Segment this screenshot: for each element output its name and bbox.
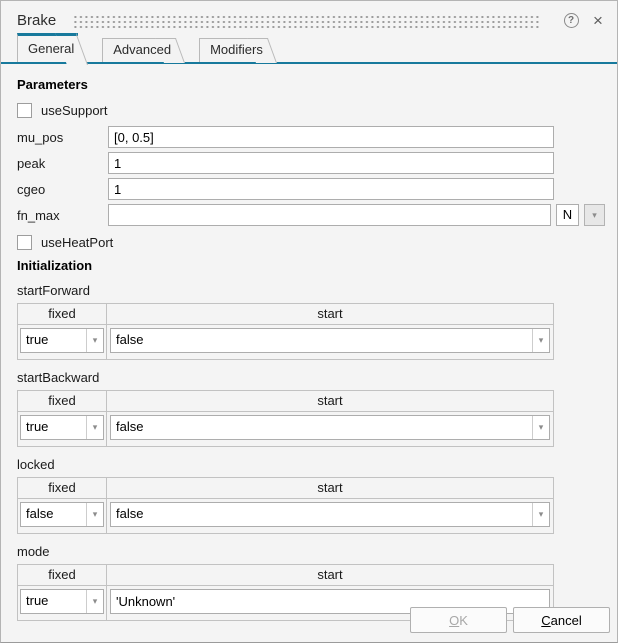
use-support-label: useSupport bbox=[41, 103, 108, 118]
start-forward-fixed-combo[interactable]: true ▾ bbox=[20, 328, 104, 353]
tab-modifiers[interactable]: Modifiers bbox=[199, 38, 267, 62]
column-header-fixed: fixed bbox=[18, 391, 107, 411]
mode-fixed-combo[interactable]: true ▾ bbox=[20, 589, 104, 614]
start-backward-fixed-combo[interactable]: true ▾ bbox=[20, 415, 104, 440]
locked-start-combo[interactable]: false ▾ bbox=[110, 502, 550, 527]
column-header-start: start bbox=[107, 478, 553, 498]
locked-fixed-combo[interactable]: false ▾ bbox=[20, 502, 104, 527]
start-backward-table: fixed start true ▾ false ▾ bbox=[17, 390, 554, 447]
chevron-down-icon: ▾ bbox=[532, 329, 549, 352]
chevron-down-icon: ▾ bbox=[532, 503, 549, 526]
fn-max-row: fn_max N ▾ bbox=[17, 204, 605, 226]
column-header-start: start bbox=[107, 565, 553, 585]
start-forward-label: startForward bbox=[17, 283, 617, 298]
titlebar: Brake ? × bbox=[1, 1, 617, 33]
column-header-fixed: fixed bbox=[18, 304, 107, 324]
ok-button[interactable]: OK bbox=[410, 607, 507, 633]
cgeo-row: cgeo bbox=[17, 178, 554, 200]
locked-table: fixed start false ▾ false ▾ bbox=[17, 477, 554, 534]
mu-pos-label: mu_pos bbox=[17, 130, 108, 145]
help-button[interactable]: ? bbox=[562, 12, 580, 30]
tab-general[interactable]: General bbox=[17, 33, 78, 62]
tab-bar: General Advanced Modifiers bbox=[1, 33, 617, 64]
start-forward-table: fixed start true ▾ false ▾ bbox=[17, 303, 554, 360]
chevron-down-icon: ▾ bbox=[86, 329, 103, 352]
use-heat-port-label: useHeatPort bbox=[41, 235, 113, 250]
fn-max-unit-value[interactable]: N bbox=[556, 204, 579, 226]
start-backward-label: startBackward bbox=[17, 370, 617, 385]
drag-handle-dots bbox=[74, 15, 539, 29]
use-support-row: useSupport bbox=[17, 98, 617, 122]
peak-row: peak bbox=[17, 152, 554, 174]
table-row: true ▾ false ▾ bbox=[18, 412, 553, 446]
cancel-button[interactable]: Cancel bbox=[513, 607, 610, 633]
dialog-title: Brake bbox=[17, 12, 56, 29]
chevron-down-icon: ▾ bbox=[592, 210, 597, 221]
table-row: false ▾ false ▾ bbox=[18, 499, 553, 533]
locked-label: locked bbox=[17, 457, 617, 472]
fn-max-label: fn_max bbox=[17, 208, 108, 223]
peak-label: peak bbox=[17, 156, 108, 171]
column-header-fixed: fixed bbox=[18, 478, 107, 498]
column-header-start: start bbox=[107, 304, 553, 324]
column-header-start: start bbox=[107, 391, 553, 411]
column-header-fixed: fixed bbox=[18, 565, 107, 585]
mode-label: mode bbox=[17, 544, 617, 559]
fn-max-unit-dropdown-button[interactable]: ▾ bbox=[584, 204, 605, 226]
close-button[interactable]: × bbox=[589, 12, 607, 30]
cgeo-input[interactable] bbox=[108, 178, 554, 200]
use-support-checkbox[interactable] bbox=[17, 103, 32, 118]
chevron-down-icon: ▾ bbox=[86, 590, 103, 613]
chevron-down-icon: ▾ bbox=[86, 503, 103, 526]
mu-pos-input[interactable] bbox=[108, 126, 554, 148]
peak-input[interactable] bbox=[108, 152, 554, 174]
use-heat-port-checkbox[interactable] bbox=[17, 235, 32, 250]
chevron-down-icon: ▾ bbox=[86, 416, 103, 439]
dialog-footer: OK Cancel bbox=[404, 607, 610, 633]
use-heat-port-row: useHeatPort bbox=[17, 230, 617, 254]
close-icon: × bbox=[593, 12, 603, 29]
start-forward-start-combo[interactable]: false ▾ bbox=[110, 328, 550, 353]
chevron-down-icon: ▾ bbox=[532, 416, 549, 439]
general-tab-pane: Parameters useSupport mu_pos peak cgeo f… bbox=[1, 64, 617, 621]
fn-max-input[interactable] bbox=[108, 204, 551, 226]
initialization-heading: Initialization bbox=[17, 258, 617, 273]
parameters-heading: Parameters bbox=[17, 77, 617, 92]
help-icon: ? bbox=[564, 13, 579, 28]
start-backward-start-combo[interactable]: false ▾ bbox=[110, 415, 550, 440]
mu-pos-row: mu_pos bbox=[17, 126, 554, 148]
tab-advanced[interactable]: Advanced bbox=[102, 38, 175, 62]
cgeo-label: cgeo bbox=[17, 182, 108, 197]
brake-parameter-dialog: Brake ? × General Advanced Modifiers Par… bbox=[0, 0, 618, 643]
table-row: true ▾ false ▾ bbox=[18, 325, 553, 359]
